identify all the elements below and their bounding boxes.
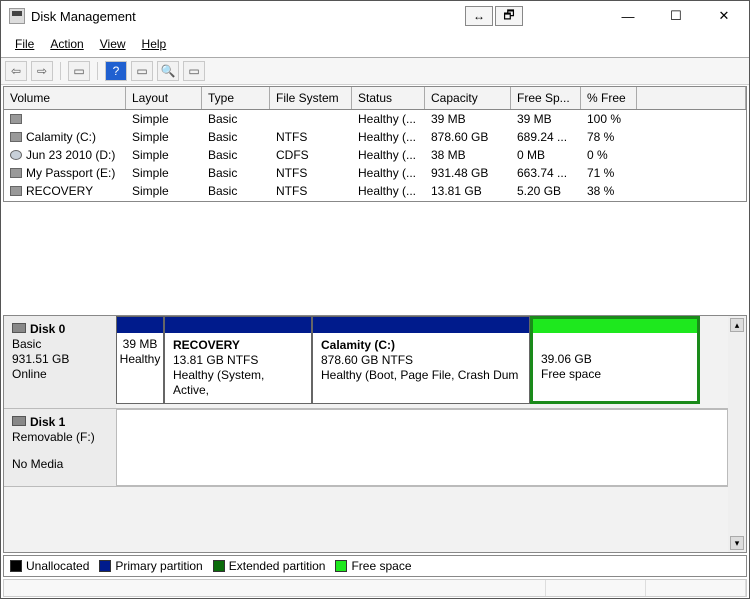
volume-icon: [10, 132, 22, 142]
menu-file[interactable]: File: [9, 35, 40, 53]
col-layout[interactable]: Layout: [126, 87, 202, 109]
disk-icon: [12, 323, 26, 333]
scrollbar[interactable]: ▴ ▾: [728, 316, 746, 552]
disk-row[interactable]: Disk 1 Removable (F:) No Media: [4, 409, 728, 487]
legend-primary: Primary partition: [99, 559, 202, 573]
legend-freespace: Free space: [335, 559, 411, 573]
table-row[interactable]: RECOVERYSimpleBasicNTFSHealthy (...13.81…: [4, 182, 746, 200]
scroll-up-icon[interactable]: ▴: [730, 318, 744, 332]
disk-name: Disk 1: [30, 415, 65, 429]
maximize-button[interactable]: ☐: [661, 5, 691, 27]
help-button[interactable]: ?: [105, 61, 127, 81]
mdi-resize-button[interactable]: ↔: [465, 6, 493, 26]
scroll-down-icon[interactable]: ▾: [730, 536, 744, 550]
disk-name: Disk 0: [30, 322, 65, 336]
close-button[interactable]: ✕: [709, 5, 739, 27]
table-header: Volume Layout Type File System Status Ca…: [4, 87, 746, 110]
disk-header: Disk 0 Basic 931.51 GB Online: [4, 316, 116, 408]
mdi-restore-button[interactable]: 🗗: [495, 6, 523, 26]
search-button[interactable]: 🔍: [157, 61, 179, 81]
col-volume[interactable]: Volume: [4, 87, 126, 109]
col-type[interactable]: Type: [202, 87, 270, 109]
disk-row[interactable]: Disk 0 Basic 931.51 GB Online 39 MB Heal…: [4, 316, 728, 409]
volume-icon: [10, 150, 22, 160]
volume-icon: [10, 186, 22, 196]
disk-header: Disk 1 Removable (F:) No Media: [4, 409, 116, 486]
col-status[interactable]: Status: [352, 87, 425, 109]
col-free[interactable]: Free Sp...: [511, 87, 581, 109]
refresh-button[interactable]: ▭: [131, 61, 153, 81]
partition-recovery[interactable]: RECOVERY 13.81 GB NTFS Healthy (System, …: [164, 316, 312, 404]
app-icon: [9, 8, 25, 24]
partition-calamity[interactable]: Calamity (C:) 878.60 GB NTFS Healthy (Bo…: [312, 316, 530, 404]
table-row[interactable]: Calamity (C:)SimpleBasicNTFSHealthy (...…: [4, 128, 746, 146]
menu-action[interactable]: Action: [44, 35, 89, 53]
table-body: SimpleBasicHealthy (...39 MB39 MB100 %Ca…: [4, 110, 746, 201]
table-row[interactable]: SimpleBasicHealthy (...39 MB39 MB100 %: [4, 110, 746, 128]
window-title: Disk Management: [31, 9, 136, 24]
partition-system[interactable]: 39 MB Healthy: [116, 316, 164, 404]
disk-type: Removable (F:): [12, 430, 108, 445]
back-button[interactable]: ⇦: [5, 61, 27, 81]
disk-size: 931.51 GB: [12, 352, 108, 367]
mdi-controls: ↔ 🗗: [465, 6, 523, 26]
table-row[interactable]: Jun 23 2010 (D:)SimpleBasicCDFSHealthy (…: [4, 146, 746, 164]
forward-button[interactable]: ⇨: [31, 61, 53, 81]
minimize-button[interactable]: —: [613, 5, 643, 27]
statusbar: [3, 579, 747, 597]
list-button[interactable]: ▭: [183, 61, 205, 81]
toolbar: ⇦ ⇨ ▭ ? ▭ 🔍 ▭: [1, 58, 749, 85]
menu-view[interactable]: View: [94, 35, 132, 53]
disk-type: Basic: [12, 337, 108, 352]
titlebar: Disk Management ↔ 🗗 — ☐ ✕: [1, 1, 749, 31]
menubar: File Action View Help: [1, 31, 749, 58]
legend-unallocated: Unallocated: [10, 559, 89, 573]
legend-extended: Extended partition: [213, 559, 326, 573]
window: Disk Management ↔ 🗗 — ☐ ✕ File Action Vi…: [0, 0, 750, 599]
view-split-button[interactable]: ▭: [68, 61, 90, 81]
volume-icon: [10, 168, 22, 178]
volume-table: Volume Layout Type File System Status Ca…: [3, 86, 747, 202]
no-media-area: [116, 409, 728, 486]
disk-icon: [12, 416, 26, 426]
disk-state: No Media: [12, 457, 108, 472]
window-controls: — ☐ ✕: [613, 5, 747, 27]
partition-freespace[interactable]: 39.06 GB Free space: [530, 316, 700, 404]
menu-help[interactable]: Help: [136, 35, 173, 53]
col-filesystem[interactable]: File System: [270, 87, 352, 109]
volume-icon: [10, 114, 22, 124]
legend: Unallocated Primary partition Extended p…: [3, 555, 747, 577]
disk-state: Online: [12, 367, 108, 382]
col-capacity[interactable]: Capacity: [425, 87, 511, 109]
disk-map: Disk 0 Basic 931.51 GB Online 39 MB Heal…: [3, 315, 747, 553]
table-row[interactable]: My Passport (E:)SimpleBasicNTFSHealthy (…: [4, 164, 746, 182]
col-pctfree[interactable]: % Free: [581, 87, 637, 109]
volume-list-area: Volume Layout Type File System Status Ca…: [1, 85, 749, 315]
